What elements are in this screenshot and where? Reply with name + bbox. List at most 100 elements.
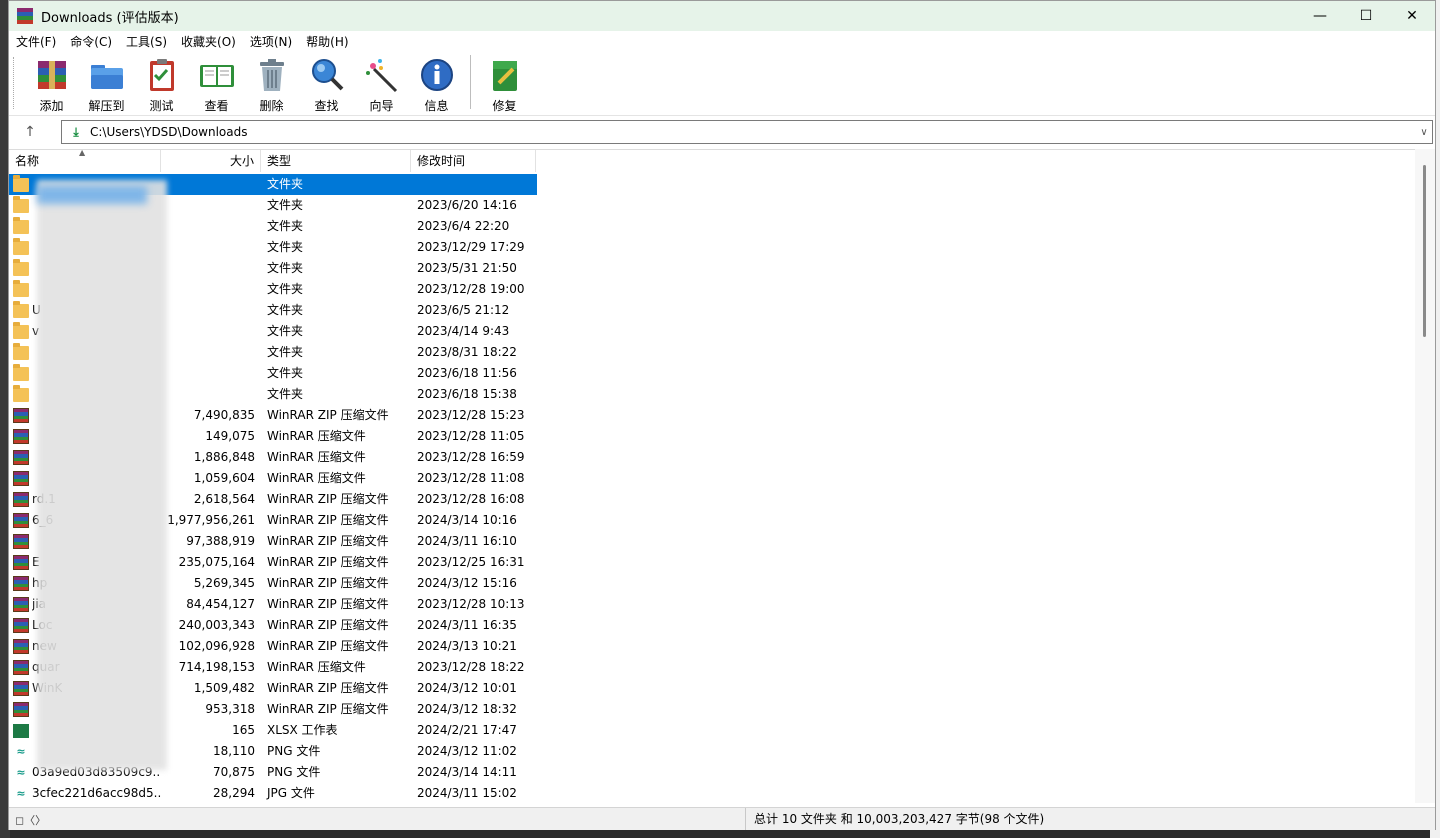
folder-icon [13, 216, 29, 234]
winrar-archive-icon [13, 492, 29, 507]
cell-size: 102,096,928 [178, 639, 255, 653]
column-name[interactable]: 名称 ▲ [9, 150, 161, 172]
column-name-label: 名称 [15, 154, 40, 168]
cell-size: 84,454,127 [186, 597, 255, 611]
cell-type: 文件夹 [267, 303, 304, 317]
test-button[interactable]: 测试 [134, 51, 189, 113]
repair-label: 修复 [492, 99, 517, 113]
redacted-names-overlay [37, 180, 167, 770]
table-row[interactable]: ≈3cfec221d6acc98d5... 28,294 JPG 文件 2024/3/… [9, 783, 537, 804]
address-bar: ↑ ⤓ C:\Users\YDSD\Downloads ∨ [9, 117, 1435, 147]
extract-folder-icon [89, 57, 125, 93]
drive-key-icon[interactable]: ◻〈〉 [15, 812, 46, 828]
cell-modified: 2023/6/4 22:20 [417, 219, 510, 233]
folder-icon [13, 300, 29, 318]
winrar-archive-icon [13, 555, 29, 570]
repair-kit-icon [487, 57, 523, 93]
add-button[interactable]: 添加 [24, 51, 79, 113]
menu-favorites[interactable]: 收藏夹(O) [174, 33, 243, 50]
column-modified[interactable]: 修改时间 [411, 150, 536, 172]
xlsx-icon [13, 723, 29, 738]
cell-type: WinRAR 压缩文件 [267, 450, 366, 464]
view-button[interactable]: 查看 [189, 51, 244, 113]
cell-modified: 2024/3/11 15:02 [417, 786, 517, 800]
cell-modified: 2024/3/13 10:21 [417, 639, 517, 653]
folder-icon [13, 321, 29, 339]
wizard-label: 向导 [369, 99, 394, 113]
file-name: 3cfec221d6acc98d5... [32, 786, 161, 800]
up-folder-button[interactable]: ↑ [19, 121, 41, 143]
cell-type: 文件夹 [267, 261, 304, 275]
cell-type: 文件夹 [267, 282, 304, 296]
find-button[interactable]: 查找 [299, 51, 354, 113]
cell-type: WinRAR ZIP 压缩文件 [267, 681, 389, 695]
column-type[interactable]: 类型 [261, 150, 411, 172]
cell-modified: 2023/12/28 10:13 [417, 597, 525, 611]
title-bar[interactable]: Downloads (评估版本) — ☐ ✕ [9, 1, 1435, 31]
cell-modified: 2023/5/31 21:50 [417, 261, 517, 275]
close-button[interactable]: ✕ [1389, 1, 1435, 31]
path-combobox[interactable]: ⤓ C:\Users\YDSD\Downloads ∨ [61, 120, 1433, 144]
winrar-archive-icon [13, 576, 29, 591]
cell-modified: 2023/12/28 16:08 [417, 492, 525, 506]
menu-options[interactable]: 选项(N) [243, 33, 299, 50]
toolbar-grip [13, 57, 18, 109]
maximize-button[interactable]: ☐ [1343, 1, 1389, 31]
cell-size: 1,059,604 [193, 471, 255, 485]
scrollbar-thumb[interactable] [1423, 165, 1426, 337]
cell-type: WinRAR ZIP 压缩文件 [267, 618, 389, 632]
repair-button[interactable]: 修复 [477, 51, 532, 113]
chevron-down-icon[interactable]: ∨ [1416, 127, 1432, 138]
menu-help[interactable]: 帮助(H) [299, 33, 355, 50]
cell-modified [411, 174, 536, 195]
cell-size [161, 258, 261, 279]
folder-icon [13, 363, 29, 381]
view-book-icon [199, 57, 235, 93]
cell-modified: 2023/12/28 11:08 [417, 471, 525, 485]
winrar-archive-icon [13, 534, 29, 549]
cell-type: WinRAR 压缩文件 [267, 660, 366, 674]
extract-to-button[interactable]: 解压到 [79, 51, 134, 113]
cell-type: 文件夹 [267, 366, 304, 380]
cell-type: 文件夹 [267, 240, 304, 254]
cell-type: WinRAR ZIP 压缩文件 [267, 702, 389, 716]
folder-icon [13, 174, 29, 192]
cell-size [161, 237, 261, 258]
folder-icon [13, 384, 29, 402]
vertical-scrollbar[interactable] [1415, 149, 1435, 803]
status-summary: 总计 10 文件夹 和 10,003,203,427 字节(98 个文件) [745, 808, 1044, 830]
file-list[interactable]: 名称 ▲ 大小 类型 修改时间 文件夹 文件夹 2023/6/20 14:16 文件夹… [9, 149, 1415, 804]
menu-file[interactable]: 文件(F) [9, 33, 63, 50]
cell-type: WinRAR ZIP 压缩文件 [267, 408, 389, 422]
cell-modified: 2023/12/28 16:59 [417, 450, 525, 464]
test-clipboard-icon [144, 57, 180, 93]
cell-type: PNG 文件 [267, 765, 321, 779]
image-icon: ≈ [16, 786, 26, 800]
column-size[interactable]: 大小 [161, 150, 261, 172]
info-button[interactable]: 信息 [409, 51, 464, 113]
up-arrow-icon: ↑ [24, 124, 36, 140]
cell-type: WinRAR ZIP 压缩文件 [267, 555, 389, 569]
folder-icon [13, 279, 29, 297]
cell-modified: 2023/6/20 14:16 [417, 198, 517, 212]
winrar-archive-icon [13, 597, 29, 612]
menu-bar: 文件(F) 命令(C) 工具(S) 收藏夹(O) 选项(N) 帮助(H) [9, 31, 1435, 51]
cell-size [161, 195, 261, 216]
info-icon [419, 57, 455, 93]
wizard-button[interactable]: 向导 [354, 51, 409, 113]
cell-modified: 2023/12/28 11:05 [417, 429, 525, 443]
window-controls: — ☐ ✕ [1297, 1, 1435, 31]
delete-button[interactable]: 删除 [244, 51, 299, 113]
test-label: 测试 [149, 99, 174, 113]
add-archive-icon [34, 57, 70, 93]
menu-tools[interactable]: 工具(S) [119, 33, 174, 50]
path-text[interactable]: C:\Users\YDSD\Downloads [90, 125, 1416, 139]
minimize-button[interactable]: — [1297, 1, 1343, 31]
cell-type: 文件夹 [267, 219, 304, 233]
cell-size: 2,618,564 [193, 492, 255, 506]
menu-commands[interactable]: 命令(C) [63, 33, 119, 50]
cell-type: WinRAR ZIP 压缩文件 [267, 492, 389, 506]
cell-type: XLSX 工作表 [267, 723, 338, 737]
sort-ascending-icon: ▲ [79, 149, 86, 157]
winrar-archive-icon [13, 681, 29, 696]
